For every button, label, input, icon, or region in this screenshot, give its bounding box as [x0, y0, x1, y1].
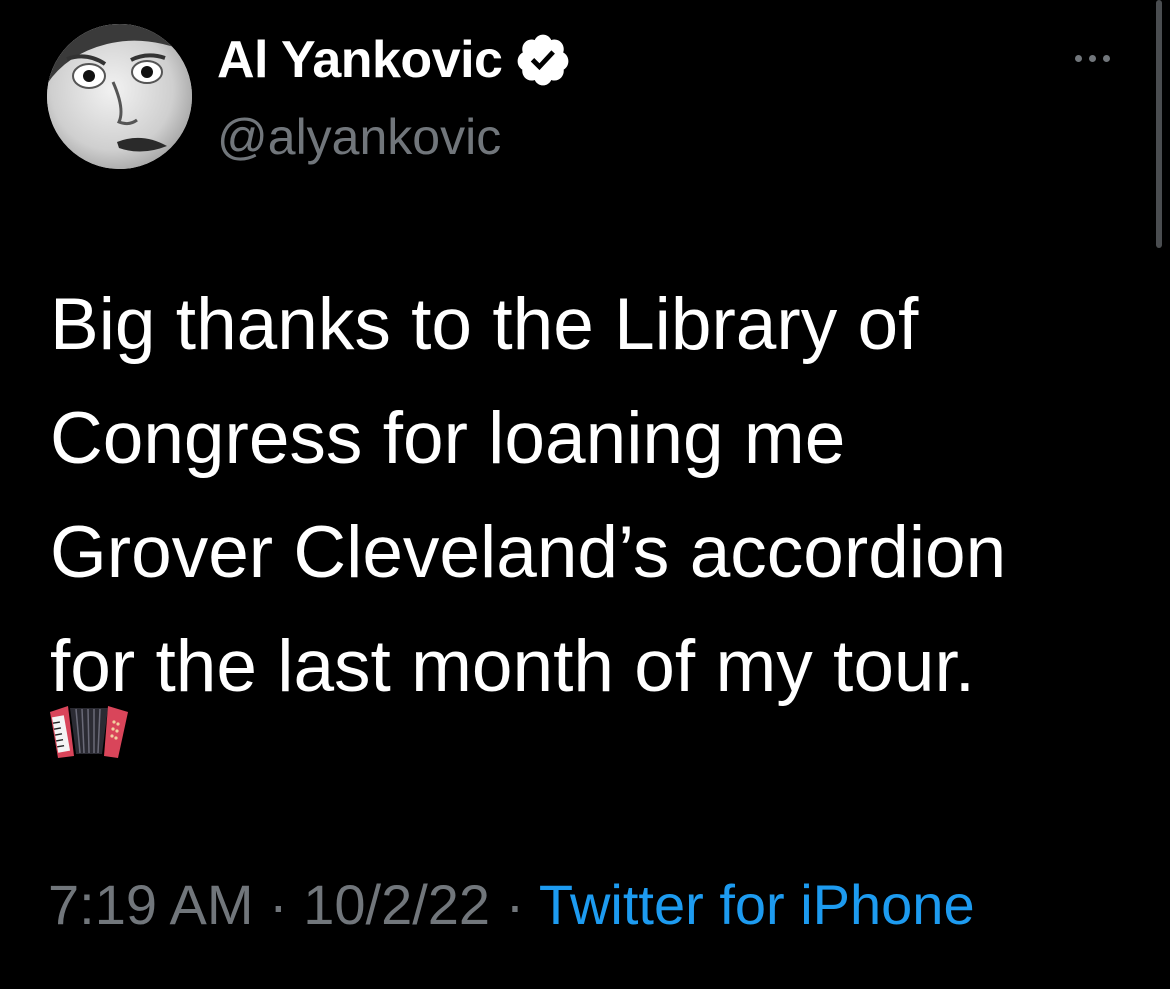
scrollbar[interactable] — [1156, 0, 1162, 248]
display-name-text: Al Yankovic — [217, 31, 503, 89]
accordion-emoji-icon — [50, 706, 128, 758]
meta-separator: · — [490, 873, 539, 936]
more-options-icon[interactable] — [1062, 40, 1122, 76]
avatar[interactable] — [47, 24, 192, 169]
more-dot — [1102, 54, 1110, 62]
tweet-date: 10/2/22 — [303, 873, 491, 936]
more-dot — [1088, 54, 1096, 62]
tweet-time: 7:19 AM — [48, 873, 254, 936]
verified-badge-icon — [518, 34, 569, 86]
tweet-text: Big thanks to the Library of Congress fo… — [50, 284, 1007, 707]
tweet-meta: 7:19 AM · 10/2/22 · Twitter for iPhone — [48, 872, 975, 937]
tweet-source-link[interactable]: Twitter for iPhone — [539, 873, 975, 936]
meta-separator: · — [253, 873, 304, 936]
author-handle[interactable]: @alyankovic — [217, 108, 501, 166]
author-display-name[interactable]: Al Yankovic — [217, 28, 572, 92]
more-dot — [1074, 54, 1082, 62]
profile-photo — [47, 24, 192, 169]
